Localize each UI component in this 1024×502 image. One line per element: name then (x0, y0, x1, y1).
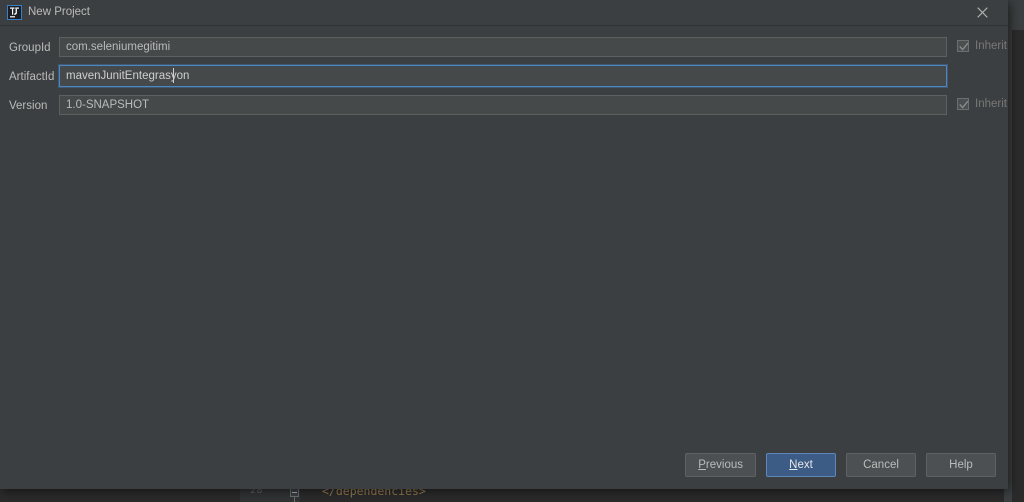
version-inherit-checkbox[interactable] (957, 98, 969, 110)
next-button-mnemonic: N (789, 459, 798, 471)
new-project-dialog: New Project GroupId Inherit Artifact (0, 0, 1008, 489)
cancel-button-label: Cancel (863, 459, 899, 471)
intellij-idea-icon (7, 5, 22, 20)
form-row-version: Version Inherit (0, 92, 1008, 121)
version-inherit-label: Inherit (975, 98, 1007, 110)
artifactid-input[interactable] (59, 65, 947, 87)
previous-button-label: revious (705, 459, 743, 471)
dialog-title: New Project (28, 6, 90, 18)
dialog-button-bar: Previous Next Cancel Help (685, 453, 996, 477)
previous-button[interactable]: Previous (685, 453, 756, 477)
version-label: Version (9, 100, 48, 112)
dialog-titlebar[interactable]: New Project (0, 0, 1008, 26)
help-button[interactable]: Help (926, 453, 996, 477)
groupid-inherit-checkbox[interactable] (957, 40, 969, 52)
maven-coordinates-form: GroupId Inherit ArtifactId Version (0, 26, 1008, 121)
ide-right-panel-body (1012, 30, 1024, 502)
groupid-inherit-label: Inherit (975, 40, 1007, 52)
groupid-inherit-checkbox-group[interactable]: Inherit (957, 39, 1007, 53)
close-icon[interactable] (960, 0, 1004, 25)
version-input[interactable] (59, 95, 947, 115)
artifactid-label: ArtifactId (9, 71, 55, 83)
version-inherit-checkbox-group[interactable]: Inherit (957, 97, 1007, 111)
groupid-input[interactable] (59, 37, 947, 57)
text-caret (173, 68, 174, 83)
help-button-label: Help (949, 459, 973, 471)
cancel-button[interactable]: Cancel (846, 453, 916, 477)
form-row-groupid: GroupId Inherit (0, 34, 1008, 63)
fold-guide-line (294, 497, 295, 502)
groupid-label: GroupId (9, 42, 51, 54)
next-button[interactable]: Next (766, 453, 836, 477)
collapse-fold-icon[interactable] (290, 488, 299, 497)
next-button-label: ext (797, 459, 813, 471)
previous-button-mnemonic: P (698, 459, 706, 471)
form-row-artifactid: ArtifactId (0, 63, 1008, 92)
